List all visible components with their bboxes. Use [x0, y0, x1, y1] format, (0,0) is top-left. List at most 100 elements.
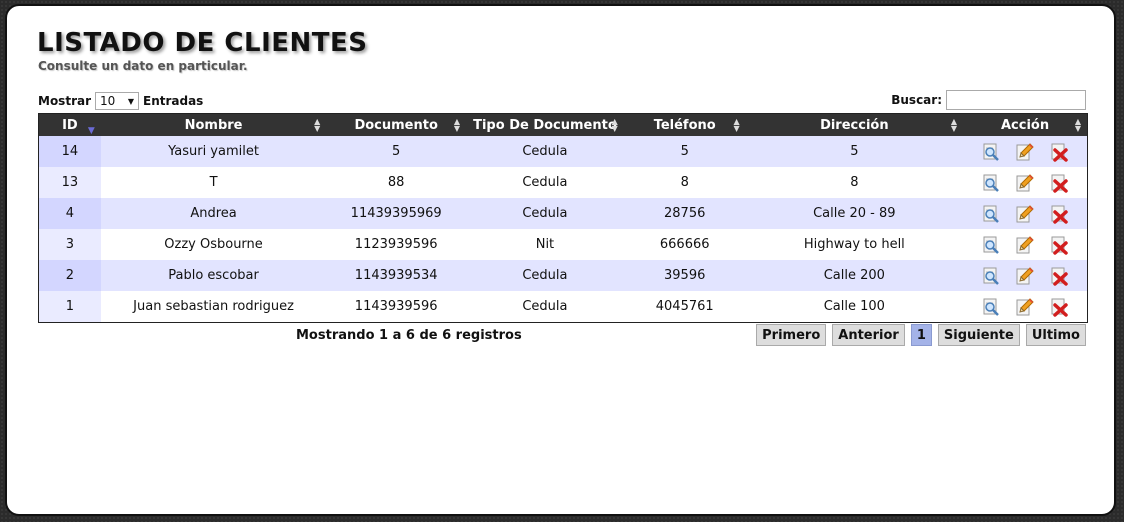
column-header-documento[interactable]: Documento ▲ ▼: [326, 113, 467, 136]
column-header-tipo[interactable]: Tipo De Documento ▲ ▼: [466, 113, 624, 136]
cell-tipo: Cedula: [466, 198, 624, 229]
cell-id: 2: [38, 260, 101, 291]
cell-telefono: 8: [623, 167, 746, 198]
cell-telefono: 666666: [623, 229, 746, 260]
cell-actions: [963, 291, 1088, 323]
previous-page-button[interactable]: Anterior: [832, 324, 905, 346]
next-page-button[interactable]: Siguiente: [937, 324, 1020, 346]
cell-telefono: 5: [623, 136, 746, 167]
view-icon[interactable]: [981, 266, 1001, 286]
cell-direccion: 5: [745, 136, 964, 167]
cell-direccion: 8: [745, 167, 964, 198]
cell-actions: [963, 260, 1088, 291]
sort-icon: ▲ ▼: [1074, 117, 1081, 133]
edit-icon[interactable]: [1015, 266, 1035, 286]
edit-icon[interactable]: [1015, 142, 1035, 162]
edit-icon[interactable]: [1015, 235, 1035, 255]
cell-documento: 1143939534: [326, 260, 467, 291]
page-length-control: Mostrar 10 ▼ Entradas: [38, 92, 203, 110]
view-icon[interactable]: [981, 235, 1001, 255]
cell-nombre: Andrea: [100, 198, 327, 229]
cell-tipo: Nit: [466, 229, 624, 260]
chevron-down-icon: ▼: [127, 96, 134, 106]
cell-telefono: 28756: [623, 198, 746, 229]
edit-icon[interactable]: [1015, 297, 1035, 317]
view-icon[interactable]: [981, 204, 1001, 224]
delete-icon[interactable]: [1049, 235, 1069, 255]
show-label: Mostrar: [38, 94, 91, 108]
sort-desc-icon: ▼: [87, 126, 95, 136]
table-row: 14 Yasuri yamilet 5 Cedula 5 5: [38, 136, 1088, 167]
edit-icon[interactable]: [1015, 204, 1035, 224]
cell-telefono: 39596: [623, 260, 746, 291]
page-subtitle: Consulte un dato en particular.: [38, 59, 248, 73]
cell-nombre: Pablo escobar: [100, 260, 327, 291]
view-icon[interactable]: [981, 297, 1001, 317]
cell-documento: 1143939596: [326, 291, 467, 323]
page-title: LISTADO DE CLIENTES: [37, 28, 368, 58]
cell-id: 4: [38, 198, 101, 229]
column-header-id[interactable]: ID ▼: [38, 113, 101, 136]
column-header-telefono[interactable]: Teléfono ▲ ▼: [623, 113, 746, 136]
column-header-nombre[interactable]: Nombre ▲ ▼: [100, 113, 327, 136]
search-input[interactable]: [946, 90, 1086, 110]
search-control: Buscar:: [891, 90, 1086, 110]
sort-icon: ▲ ▼: [314, 117, 321, 133]
sort-icon: ▲ ▼: [453, 117, 461, 133]
cell-tipo: Cedula: [466, 136, 624, 167]
page-length-value: 10: [100, 94, 116, 108]
delete-icon[interactable]: [1049, 204, 1069, 224]
cell-direccion: Calle 100: [745, 291, 964, 323]
delete-icon[interactable]: [1049, 173, 1069, 193]
table-body: 14 Yasuri yamilet 5 Cedula 5 5 13 T 88 C…: [38, 136, 1088, 323]
cell-nombre: Yasuri yamilet: [100, 136, 327, 167]
table-row: 2 Pablo escobar 1143939534 Cedula 39596 …: [38, 260, 1088, 291]
table-row: 13 T 88 Cedula 8 8: [38, 167, 1088, 198]
cell-actions: [963, 136, 1088, 167]
view-icon[interactable]: [981, 142, 1001, 162]
cell-tipo: Cedula: [466, 167, 624, 198]
last-page-button[interactable]: Ultimo: [1025, 324, 1086, 346]
cell-nombre: Ozzy Osbourne: [100, 229, 327, 260]
table-row: 3 Ozzy Osbourne 1123939596 Nit 666666 Hi…: [38, 229, 1088, 260]
sort-icon: ▲ ▼: [733, 117, 740, 133]
table-header-row: ID ▼ Nombre ▲ ▼ Documento ▲ ▼ Tipo De Documen…: [38, 113, 1088, 136]
cell-direccion: Calle 20 - 89: [745, 198, 964, 229]
delete-icon[interactable]: [1049, 142, 1069, 162]
table-row: 4 Andrea 11439395969 Cedula 28756 Calle …: [38, 198, 1088, 229]
cell-nombre: T: [100, 167, 327, 198]
cell-id: 14: [38, 136, 101, 167]
page-length-select[interactable]: 10 ▼: [95, 92, 139, 110]
sort-icon: ▲ ▼: [950, 117, 958, 133]
cell-actions: [963, 198, 1088, 229]
cell-id: 3: [38, 229, 101, 260]
column-header-direccion[interactable]: Dirección ▲ ▼: [745, 113, 964, 136]
edit-icon[interactable]: [1015, 173, 1035, 193]
entries-label: Entradas: [143, 94, 204, 108]
view-icon[interactable]: [981, 173, 1001, 193]
cell-documento: 5: [326, 136, 467, 167]
delete-icon[interactable]: [1049, 266, 1069, 286]
cell-documento: 1123939596: [326, 229, 467, 260]
sort-icon: ▲ ▼: [611, 117, 618, 133]
cell-documento: 11439395969: [326, 198, 467, 229]
cell-nombre: Juan sebastian rodriguez: [100, 291, 327, 323]
table-row: 1 Juan sebastian rodriguez 1143939596 Ce…: [38, 291, 1088, 323]
first-page-button[interactable]: Primero: [756, 324, 827, 346]
delete-icon[interactable]: [1049, 297, 1069, 317]
cell-actions: [963, 229, 1088, 260]
column-header-accion[interactable]: Acción ▲ ▼: [963, 113, 1088, 136]
cell-tipo: Cedula: [466, 260, 624, 291]
cell-tipo: Cedula: [466, 291, 624, 323]
search-label: Buscar:: [891, 93, 942, 107]
clients-table: ID ▼ Nombre ▲ ▼ Documento ▲ ▼ Tipo De Documen…: [38, 113, 1088, 323]
cell-direccion: Calle 200: [745, 260, 964, 291]
cell-direccion: Highway to hell: [745, 229, 964, 260]
table-info: Mostrando 1 a 6 de 6 registros: [296, 328, 522, 343]
cell-actions: [963, 167, 1088, 198]
cell-telefono: 4045761: [623, 291, 746, 323]
content-panel: LISTADO DE CLIENTES Consulte un dato en …: [5, 4, 1116, 516]
page-button-current[interactable]: 1: [910, 324, 932, 346]
cell-documento: 88: [326, 167, 467, 198]
cell-id: 1: [38, 291, 101, 323]
